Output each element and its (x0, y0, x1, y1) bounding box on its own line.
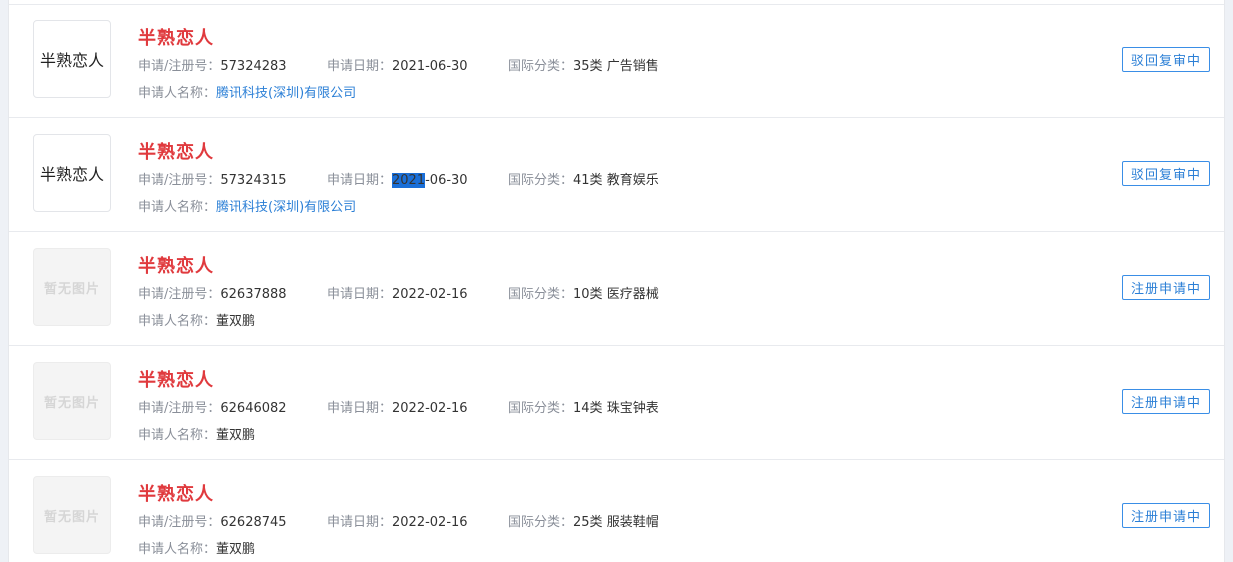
app-date-label: 申请日期： (327, 287, 393, 302)
applicant-value: 董双鹏 (216, 314, 256, 329)
list-item[interactable]: 半熟恋人 半熟恋人 申请/注册号：57324283 申请日期：2021-06-3… (9, 4, 1224, 118)
trademark-image-placeholder[interactable]: 暂无图片 (33, 248, 111, 326)
applicant-label: 申请人名称： (138, 314, 217, 329)
app-date-label: 申请日期： (327, 173, 393, 188)
meta-line-2: 申请人名称：董双鹏 (138, 310, 255, 329)
meta-line-2: 申请人名称：腾讯科技(深圳)有限公司 (138, 82, 356, 101)
trademark-image-text: 半熟恋人 (39, 165, 104, 184)
trademark-title[interactable]: 半熟恋人 (138, 252, 214, 278)
reg-no-value: 62637888 (220, 287, 287, 302)
app-date-label: 申请日期： (327, 515, 393, 530)
applicant-link[interactable]: 腾讯科技(深圳)有限公司 (216, 86, 356, 101)
class-name: 广告销售 (606, 59, 659, 74)
app-date-value: -06-30 (425, 173, 468, 188)
trademark-title[interactable]: 半熟恋人 (138, 366, 214, 392)
class-number: 10类 (573, 287, 603, 302)
trademark-image-placeholder[interactable]: 暂无图片 (33, 476, 111, 554)
status-button[interactable]: 注册申请中 (1122, 275, 1210, 300)
trademark-image[interactable]: 半熟恋人 (33, 134, 111, 212)
class-name: 珠宝钟表 (606, 401, 659, 416)
app-date-value: 2022-02-16 (392, 515, 468, 530)
no-image-text: 暂无图片 (43, 509, 100, 525)
class-number: 41类 (573, 173, 603, 188)
trademark-results-list: 半熟恋人 半熟恋人 申请/注册号：57324283 申请日期：2021-06-3… (8, 0, 1225, 562)
list-item[interactable]: 暂无图片 半熟恋人 申请/注册号：62646082 申请日期：2022-02-1… (9, 346, 1224, 460)
intl-class-label: 国际分类： (508, 287, 574, 302)
no-image-text: 暂无图片 (43, 281, 100, 297)
trademark-title[interactable]: 半熟恋人 (138, 138, 214, 164)
applicant-link[interactable]: 腾讯科技(深圳)有限公司 (216, 200, 356, 215)
status-button[interactable]: 注册申请中 (1122, 503, 1210, 528)
intl-class-label: 国际分类： (508, 173, 574, 188)
status-button[interactable]: 驳回复审中 (1122, 47, 1210, 72)
list-item[interactable]: 半熟恋人 半熟恋人 申请/注册号：57324315 申请日期：2021-06-3… (9, 118, 1224, 232)
app-date-value: 2022-02-16 (392, 401, 468, 416)
applicant-value: 董双鹏 (216, 428, 256, 443)
status-button[interactable]: 驳回复审中 (1122, 161, 1210, 186)
intl-class-label: 国际分类： (508, 401, 574, 416)
reg-no-label: 申请/注册号： (138, 515, 221, 530)
applicant-label: 申请人名称： (138, 86, 217, 101)
list-item[interactable]: 暂无图片 半熟恋人 申请/注册号：62637888 申请日期：2022-02-1… (9, 232, 1224, 346)
class-number: 14类 (573, 401, 603, 416)
reg-no-value: 62646082 (220, 401, 287, 416)
class-name: 教育娱乐 (606, 173, 659, 188)
trademark-image-placeholder[interactable]: 暂无图片 (33, 362, 111, 440)
reg-no-label: 申请/注册号： (138, 59, 221, 74)
trademark-title[interactable]: 半熟恋人 (138, 480, 214, 506)
intl-class-label: 国际分类： (508, 515, 574, 530)
reg-no-value: 62628745 (220, 515, 287, 530)
class-name: 服装鞋帽 (606, 515, 659, 530)
meta-line-2: 申请人名称：董双鹏 (138, 424, 255, 443)
trademark-image-text: 半熟恋人 (39, 51, 104, 70)
reg-no-label: 申请/注册号： (138, 173, 221, 188)
app-date-value: 2022-02-16 (392, 287, 468, 302)
app-date-selected-text: 2021 (392, 173, 426, 188)
no-image-text: 暂无图片 (43, 395, 100, 411)
list-item[interactable]: 暂无图片 半熟恋人 申请/注册号：62628745 申请日期：2022-02-1… (9, 460, 1224, 562)
reg-no-value: 57324283 (220, 59, 287, 74)
trademark-image[interactable]: 半熟恋人 (33, 20, 111, 98)
reg-no-label: 申请/注册号： (138, 287, 221, 302)
applicant-label: 申请人名称： (138, 428, 217, 443)
meta-line-2: 申请人名称：董双鹏 (138, 538, 255, 557)
reg-no-value: 57324315 (220, 173, 287, 188)
app-date-label: 申请日期： (327, 59, 393, 74)
meta-line-2: 申请人名称：腾讯科技(深圳)有限公司 (138, 196, 356, 215)
trademark-title[interactable]: 半熟恋人 (138, 24, 214, 50)
reg-no-label: 申请/注册号： (138, 401, 221, 416)
intl-class-label: 国际分类： (508, 59, 574, 74)
applicant-label: 申请人名称： (138, 200, 217, 215)
applicant-value: 董双鹏 (216, 542, 256, 557)
class-number: 35类 (573, 59, 603, 74)
class-name: 医疗器械 (606, 287, 659, 302)
status-button[interactable]: 注册申请中 (1122, 389, 1210, 414)
applicant-label: 申请人名称： (138, 542, 217, 557)
class-number: 25类 (573, 515, 603, 530)
app-date-label: 申请日期： (327, 401, 393, 416)
app-date-value: 2021-06-30 (392, 59, 468, 74)
